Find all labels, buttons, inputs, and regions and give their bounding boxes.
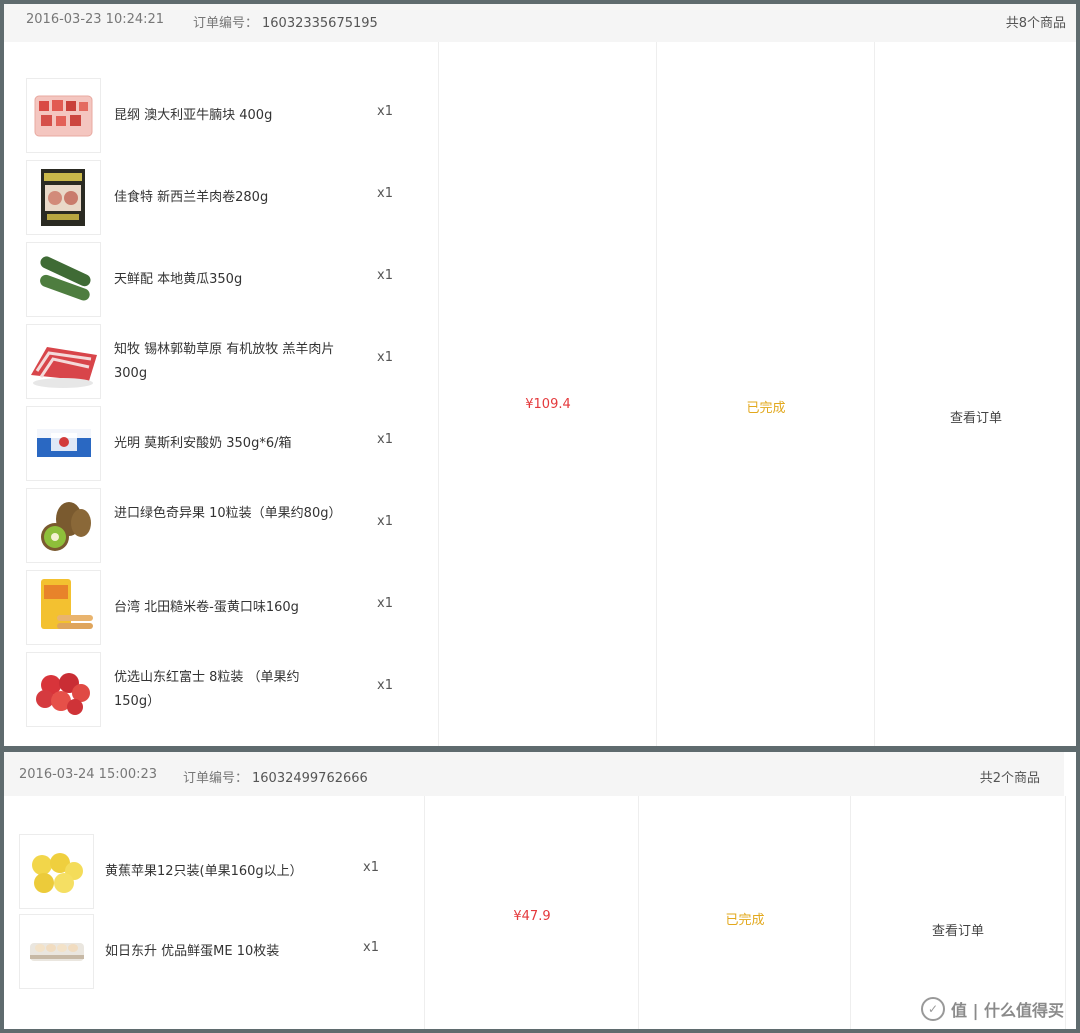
item-quantity: x1 [363, 940, 379, 955]
order-number-group: 订单编号： 16032499762666 [183, 767, 368, 786]
order-date: 2016-03-23 10:24:21 [26, 12, 165, 27]
order-number-label: 订单编号： [193, 16, 259, 31]
order-price: ¥109.4 [525, 397, 571, 412]
item-name[interactable]: 进口绿色奇异果 10粒装（单果约80g） [114, 502, 341, 526]
order-price: ¥47.9 [513, 909, 551, 924]
item-quantity: x1 [363, 860, 379, 875]
cucumber-image[interactable] [26, 242, 101, 317]
item-quantity: x1 [377, 596, 393, 611]
view-order-link[interactable]: 查看订单 [875, 407, 1076, 426]
watermark: ✓ 值 | 什么值得买 [921, 997, 1064, 1021]
order-header: 2016-03-24 15:00:23 订单编号： 16032499762666 … [4, 752, 1064, 796]
item-name[interactable]: 佳食特 新西兰羊肉卷280g [114, 186, 336, 210]
order-price-cell: ¥47.9 [424, 796, 639, 1029]
beef-cubes-image[interactable] [26, 78, 101, 153]
order-item: 佳食特 新西兰羊肉卷280g x1 [4, 160, 424, 236]
order-item: 昆纲 澳大利亚牛腩块 400g x1 [4, 78, 424, 154]
item-name[interactable]: 台湾 北田糙米卷-蛋黄口味160g [114, 596, 336, 620]
order-number: 16032335675195 [262, 16, 378, 31]
yogurt-box-image[interactable] [26, 406, 101, 481]
order-item: 黄蕉苹果12只装(单果160g以上） x1 [4, 834, 414, 910]
order-price-cell: ¥109.4 [438, 42, 657, 746]
order-item: 天鲜配 本地黄瓜350g x1 [4, 242, 424, 318]
view-order-link[interactable]: 查看订单 [851, 920, 1065, 939]
item-name[interactable]: 昆纲 澳大利亚牛腩块 400g [114, 104, 336, 128]
order-item: 台湾 北田糙米卷-蛋黄口味160g x1 [4, 570, 424, 646]
order-item: 如日东升 优品鲜蛋ME 10枚装 x1 [4, 914, 414, 990]
item-quantity: x1 [377, 104, 393, 119]
order-status-cell: 已完成 [638, 796, 851, 1029]
item-quantity: x1 [377, 186, 393, 201]
order-item: 知牧 锡林郭勒草原 有机放牧 羔羊肉片 300g x1 [4, 324, 424, 400]
order-date: 2016-03-24 15:00:23 [19, 767, 158, 782]
item-count: 共8个商品 [1005, 16, 1066, 31]
lamb-roll-image[interactable] [26, 160, 101, 235]
order-number-label: 订单编号： [183, 771, 249, 786]
order-item: 光明 莫斯利安酸奶 350g*6/箱 x1 [4, 406, 424, 482]
order-header: 2016-03-23 10:24:21 订单编号： 16032335675195 … [4, 4, 1076, 42]
order-card: 2016-03-23 10:24:21 订单编号： 16032335675195 … [4, 4, 1076, 746]
item-name[interactable]: 光明 莫斯利安酸奶 350g*6/箱 [114, 432, 336, 456]
item-name[interactable]: 知牧 锡林郭勒草原 有机放牧 羔羊肉片 300g [114, 338, 336, 386]
item-name[interactable]: 如日东升 优品鲜蛋ME 10枚装 [105, 940, 327, 964]
eggs-image[interactable] [19, 914, 94, 989]
order-status: 已完成 [725, 913, 765, 928]
yellow-apples-image[interactable] [19, 834, 94, 909]
item-quantity: x1 [377, 268, 393, 283]
smzdm-logo-icon: ✓ [921, 997, 945, 1021]
order-number: 16032499762666 [252, 771, 368, 786]
kiwi-image[interactable] [26, 488, 101, 563]
item-quantity: x1 [377, 514, 393, 529]
item-quantity: x1 [377, 432, 393, 447]
red-apples-image[interactable] [26, 652, 101, 727]
item-name[interactable]: 优选山东红富士 8粒装 （单果约150g） [114, 666, 336, 714]
item-name[interactable]: 天鲜配 本地黄瓜350g [114, 268, 336, 292]
order-status-cell: 已完成 [656, 42, 875, 746]
item-count: 共2个商品 [979, 771, 1040, 786]
rice-roll-snack-image[interactable] [26, 570, 101, 645]
item-quantity: x1 [377, 350, 393, 365]
watermark-text: 值 | 什么值得买 [951, 1001, 1064, 1020]
lamb-slices-image[interactable] [26, 324, 101, 399]
order-item: 优选山东红富士 8粒装 （单果约150g） x1 [4, 652, 424, 728]
order-status: 已完成 [746, 401, 786, 416]
order-card: 2016-03-24 15:00:23 订单编号： 16032499762666 … [4, 752, 1076, 1029]
order-number-group: 订单编号： 16032335675195 [193, 12, 378, 31]
order-item: 进口绿色奇异果 10粒装（单果约80g） x1 [4, 488, 424, 564]
order-action-cell: 查看订单 [874, 42, 1076, 746]
item-name[interactable]: 黄蕉苹果12只装(单果160g以上） [105, 860, 327, 884]
item-quantity: x1 [377, 678, 393, 693]
order-action-cell: 查看订单 [850, 796, 1066, 1029]
